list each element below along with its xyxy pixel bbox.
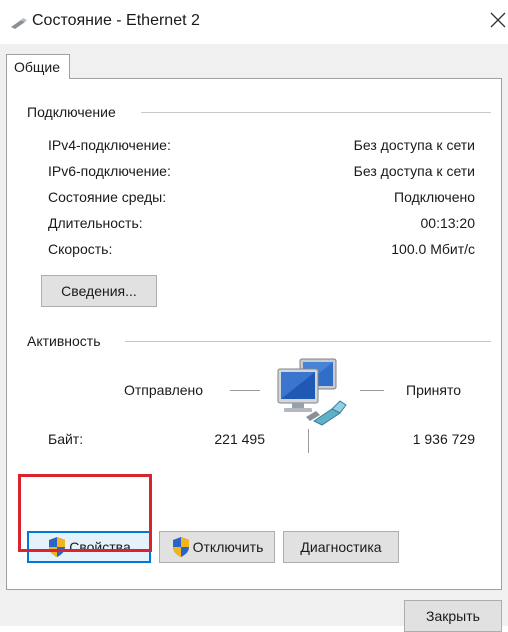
disable-button[interactable]: Отключить [159, 531, 275, 563]
title-bar: Состояние - Ethernet 2 [0, 0, 508, 44]
details-button[interactable]: Сведения... [41, 275, 157, 307]
duration-label: Длительность: [48, 215, 143, 231]
ipv4-value: Без доступа к сети [353, 137, 475, 153]
tab-panel-general: Подключение IPv4-подключение: Без доступ… [6, 78, 502, 590]
activity-group-line [125, 341, 491, 342]
network-adapter-icon [11, 18, 27, 29]
ipv6-label: IPv6-подключение: [48, 163, 171, 179]
ipv4-label: IPv4-подключение: [48, 137, 171, 153]
media-state-value: Подключено [394, 189, 475, 205]
bytes-sent-value: 221 495 [214, 431, 265, 447]
tab-general[interactable]: Общие [6, 54, 70, 79]
uac-shield-icon [172, 537, 189, 557]
sent-label: Отправлено [124, 382, 204, 398]
close-button[interactable]: Закрыть [404, 600, 502, 632]
activity-group-label: Активность [27, 333, 101, 349]
sent-line [230, 390, 260, 391]
duration-value: 00:13:20 [420, 215, 476, 231]
ipv6-value: Без доступа к сети [353, 163, 475, 179]
dialog-body: Общие Подключение IPv4-подключение: Без … [0, 44, 508, 632]
diagnose-button[interactable]: Диагностика [283, 531, 399, 563]
properties-button-label: Свойства [69, 539, 131, 555]
properties-button[interactable]: Свойства [27, 531, 151, 563]
received-label: Принято [406, 382, 462, 398]
media-state-label: Состояние среды: [48, 189, 167, 205]
close-x-icon[interactable] [488, 10, 508, 30]
connection-group-line [141, 112, 491, 113]
received-line [360, 390, 384, 391]
bytes-received-value: 1 936 729 [412, 431, 475, 447]
uac-shield-icon [49, 537, 66, 557]
network-computers-icon [277, 358, 347, 426]
window-title: Состояние - Ethernet 2 [32, 12, 200, 29]
bytes-divider [308, 429, 309, 453]
bytes-label: Байт: [48, 431, 84, 447]
disable-button-label: Отключить [192, 539, 264, 555]
connection-group-label: Подключение [27, 104, 116, 120]
speed-value: 100.0 Мбит/с [391, 241, 475, 257]
speed-label: Скорость: [48, 241, 113, 257]
